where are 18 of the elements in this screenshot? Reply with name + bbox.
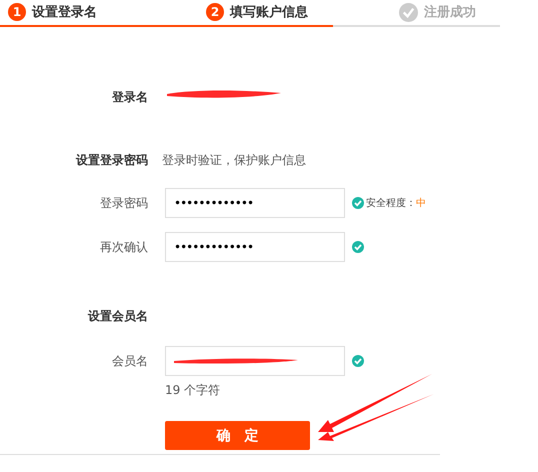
field-label: 会员名 <box>111 352 148 370</box>
password-field[interactable]: ••••••••••••• <box>165 188 345 218</box>
step-number: 1 <box>8 3 26 21</box>
strength-value: 中 <box>416 196 426 210</box>
step-label: 注册成功 <box>424 4 476 21</box>
field-label: 登录名 <box>110 88 148 106</box>
step-label: 填写账户信息 <box>230 4 308 21</box>
field-label: 再次确认 <box>99 238 148 256</box>
section-hint: 登录时验证，保护账户信息 <box>162 152 306 168</box>
field-label: 登录密码 <box>99 194 148 212</box>
char-count: 19 个字符 <box>165 382 220 399</box>
strength-label: 安全程度： <box>366 196 416 210</box>
section-title: 设置会员名 <box>88 308 148 324</box>
step-number: 2 <box>206 3 224 21</box>
step-label: 设置登录名 <box>32 4 97 21</box>
section-title: 设置登录密码 <box>76 152 148 168</box>
member-name-field[interactable] <box>165 346 345 376</box>
password-field[interactable]: ••••••••••••• <box>165 232 345 262</box>
